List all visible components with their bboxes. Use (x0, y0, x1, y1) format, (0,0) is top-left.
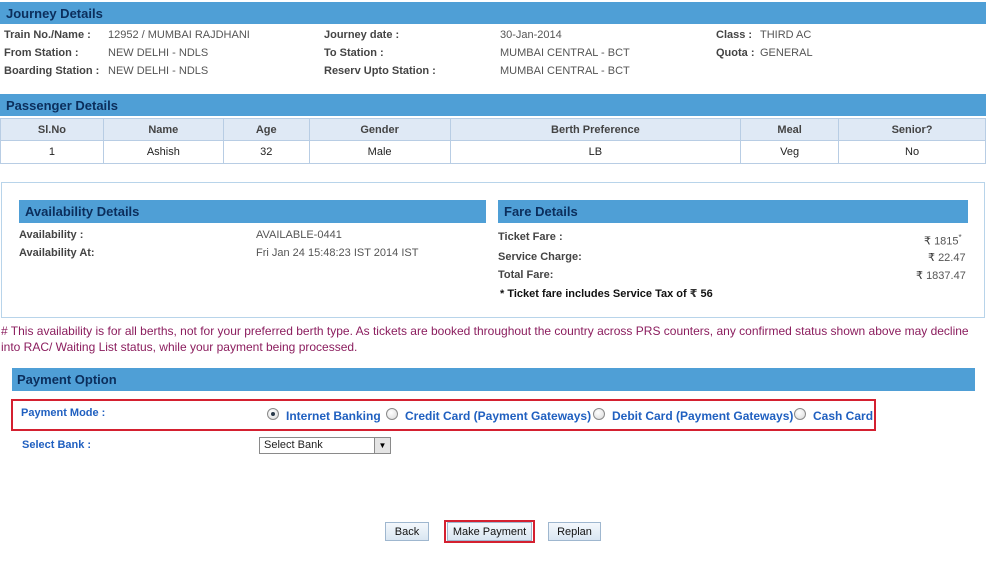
rupee-icon: ₹ (916, 269, 923, 282)
service-tax-note: * Ticket fare includes Service Tax of ₹ … (500, 287, 713, 300)
to-station-label: To Station : (324, 47, 384, 59)
radio-internet-banking[interactable] (267, 408, 279, 420)
option-credit-card[interactable]: Credit Card (Payment Gateways) (405, 409, 591, 423)
journey-date-label: Journey date : (324, 29, 400, 41)
train-value: 12952 / MUMBAI RAJDHANI (108, 29, 250, 41)
option-cash-card[interactable]: Cash Card (813, 409, 873, 423)
ticket-fare-mark: * (958, 233, 962, 242)
passenger-table: Sl.No Name Age Gender Berth Preference M… (0, 118, 986, 164)
ticket-fare-value: 1815 (934, 235, 959, 248)
payment-mode-label: Payment Mode : (21, 407, 106, 419)
reserv-upto-label: Reserv Upto Station : (324, 65, 436, 77)
radio-credit-card[interactable] (386, 408, 398, 420)
col-gender: Gender (308, 118, 451, 141)
availability-at-value: Fri Jan 24 15:48:23 IST 2014 IST (256, 247, 419, 259)
train-label: Train No./Name : (4, 29, 91, 41)
journey-date-value: 30-Jan-2014 (500, 29, 562, 41)
cell-senior: No (838, 140, 986, 164)
fare-details-header: Fare Details (498, 200, 968, 223)
ticket-fare-label: Ticket Fare : (498, 231, 563, 243)
replan-button[interactable]: Replan (548, 522, 601, 541)
col-meal: Meal (740, 118, 840, 141)
to-station-value: MUMBAI CENTRAL - BCT (500, 47, 630, 59)
total-fare-amount: ₹ 1837.47 (916, 269, 966, 282)
option-debit-card[interactable]: Debit Card (Payment Gateways) (612, 409, 793, 423)
option-internet-banking[interactable]: Internet Banking (286, 409, 381, 423)
availability-details-header: Availability Details (19, 200, 486, 223)
availability-label: Availability : (19, 229, 84, 241)
col-senior: Senior? (838, 118, 986, 141)
rupee-icon: ₹ (924, 234, 931, 248)
radio-debit-card[interactable] (593, 408, 605, 420)
cell-name: Ashish (102, 140, 224, 164)
passenger-details-header: Passenger Details (0, 94, 986, 116)
bank-select[interactable]: Select Bank ▼ (259, 437, 391, 454)
reserv-upto-value: MUMBAI CENTRAL - BCT (500, 65, 630, 77)
class-value: THIRD AC (760, 29, 812, 41)
bank-select-value: Select Bank (264, 439, 323, 451)
table-row: 1 Ashish 32 Male LB Veg No (0, 140, 986, 164)
service-charge-value: 22.47 (938, 252, 966, 264)
cell-gender: Male (308, 140, 451, 164)
service-tax-prefix: * Ticket fare includes Service Tax of (500, 288, 687, 300)
boarding-station-value: NEW DELHI - NDLS (108, 65, 209, 77)
service-tax-value: 56 (700, 288, 713, 300)
from-station-value: NEW DELHI - NDLS (108, 47, 209, 59)
service-charge-amount: ₹ 22.47 (928, 251, 966, 264)
boarding-station-label: Boarding Station : (4, 65, 100, 77)
from-station-label: From Station : (4, 47, 79, 59)
availability-disclaimer: # This availability is for all berths, n… (1, 324, 969, 354)
col-age: Age (222, 118, 310, 141)
payment-option-header: Payment Option (12, 368, 975, 391)
chevron-down-icon[interactable]: ▼ (374, 438, 390, 453)
quota-label: Quota : (716, 47, 755, 59)
quota-value: GENERAL (760, 47, 813, 59)
ticket-fare-amount: ₹ 1815* (924, 233, 962, 248)
class-label: Class : (716, 29, 753, 41)
rupee-icon: ₹ (928, 251, 935, 264)
availability-at-label: Availability At: (19, 247, 95, 259)
back-button[interactable]: Back (385, 522, 429, 541)
rupee-icon: ₹ (689, 287, 698, 300)
availability-value: AVAILABLE-0441 (256, 229, 342, 241)
journey-details-header: Journey Details (0, 2, 986, 24)
cell-meal: Veg (740, 140, 840, 164)
radio-cash-card[interactable] (794, 408, 806, 420)
cell-berth: LB (449, 140, 742, 164)
select-bank-label: Select Bank : (22, 439, 92, 451)
cell-slno: 1 (0, 140, 104, 164)
make-payment-button[interactable]: Make Payment (447, 522, 532, 541)
total-fare-label: Total Fare: (498, 269, 554, 281)
total-fare-value: 1837.47 (926, 270, 966, 282)
col-berth: Berth Preference (449, 118, 742, 141)
col-name: Name (102, 118, 224, 141)
service-charge-label: Service Charge: (498, 251, 582, 263)
cell-age: 32 (222, 140, 310, 164)
col-slno: Sl.No (0, 118, 104, 141)
